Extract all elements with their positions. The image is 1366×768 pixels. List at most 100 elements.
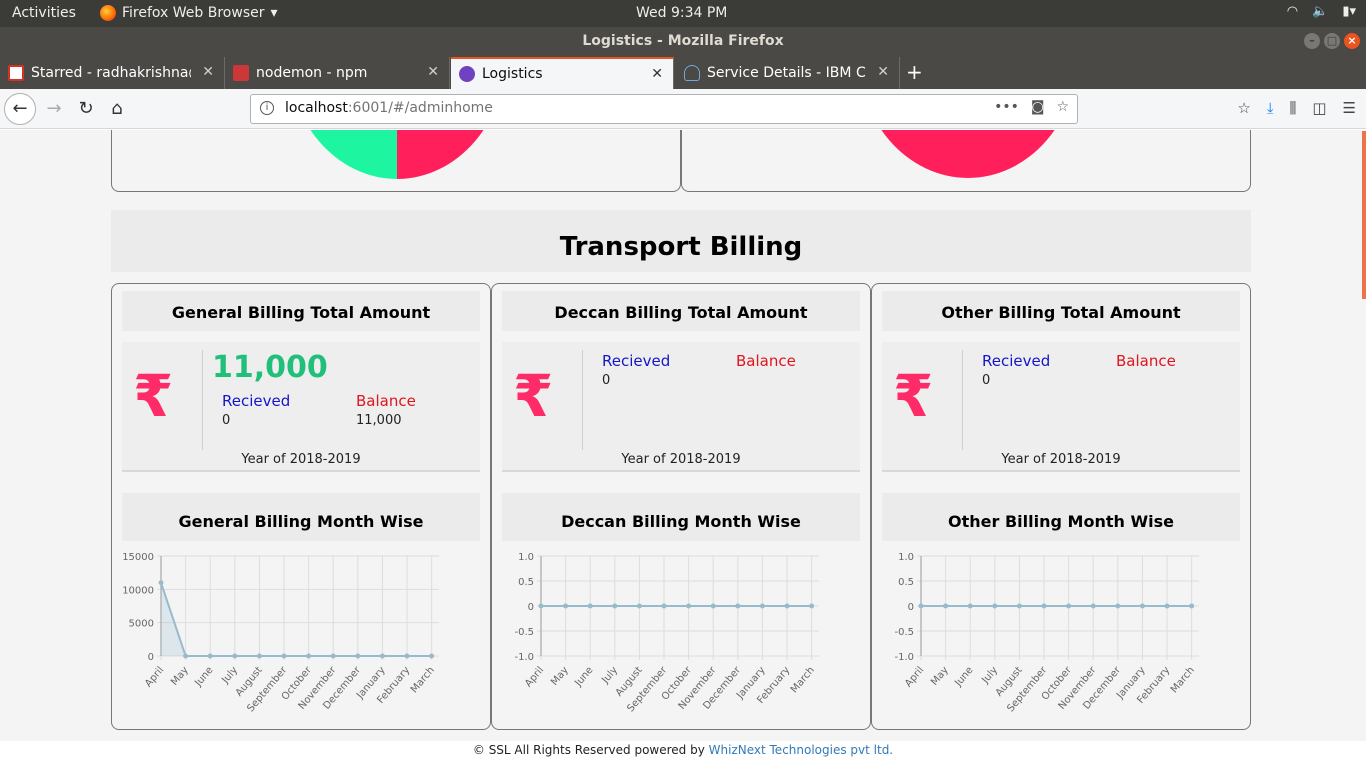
card-title: Other Billing Total Amount [882, 291, 1240, 331]
received-value: 0 [982, 373, 991, 388]
data-point [1164, 603, 1170, 609]
scrollbar-thumb[interactable] [1362, 131, 1366, 299]
data-point [809, 603, 815, 609]
divider [582, 350, 583, 450]
window-title: Logistics - Mozilla Firefox [582, 33, 784, 49]
received-label: Recieved [982, 352, 1051, 370]
sidebar-icon[interactable]: ◫ [1312, 99, 1326, 117]
received-label: Recieved [222, 392, 291, 410]
y-tick-label: 5000 [129, 619, 154, 630]
tab-ibm-cloud[interactable]: Service Details - IBM Clo ✕ [676, 57, 900, 89]
npm-icon [233, 65, 249, 81]
balance-label: Balance [736, 352, 796, 370]
footer: © SSL All Rights Reserved powered by Whi… [0, 741, 1366, 768]
url-text[interactable]: localhost:6001/#/adminhome [285, 100, 493, 116]
maximize-icon[interactable]: □ [1324, 33, 1340, 49]
site-info-icon[interactable]: i [260, 101, 274, 115]
data-point [735, 603, 741, 609]
clock[interactable]: Wed 9:34 PM [636, 5, 727, 21]
data-point [379, 653, 385, 659]
data-point [355, 653, 361, 659]
x-tick-label: May [929, 665, 951, 688]
data-point [207, 653, 213, 659]
y-tick-label: 15000 [122, 552, 154, 563]
tab-gmail[interactable]: Starred - radhakrishna@ ✕ [0, 57, 225, 89]
forward-icon[interactable]: → [40, 95, 68, 123]
bookmark-star-icon[interactable]: ☆ [1056, 99, 1069, 115]
close-tab-icon[interactable]: ✕ [877, 64, 889, 80]
menu-icon[interactable]: ☰ [1343, 99, 1356, 117]
y-tick-label: 10000 [122, 585, 154, 596]
chevron-down-icon: ▾ [270, 5, 278, 21]
volume-icon[interactable]: 🔈 [1312, 4, 1328, 19]
close-tab-icon[interactable]: ✕ [202, 64, 214, 80]
system-tray[interactable]: ◠ 🔈 ▮▾ [1287, 4, 1356, 19]
footer-text: © SSL All Rights Reserved powered by [472, 743, 705, 757]
minimize-icon[interactable]: – [1304, 33, 1320, 49]
close-tab-icon[interactable]: ✕ [427, 64, 439, 80]
y-tick-label: 0.5 [518, 577, 534, 588]
x-tick-label: July [599, 665, 620, 687]
data-point [232, 653, 238, 659]
back-icon[interactable]: ← [4, 93, 36, 125]
x-tick-label: June [192, 665, 215, 690]
firefox-icon [100, 5, 116, 21]
x-tick-label: April [903, 665, 926, 690]
data-point [404, 653, 410, 659]
y-tick-label: 0.5 [898, 577, 914, 588]
balance-label: Balance [1116, 352, 1176, 370]
data-point [1016, 603, 1022, 609]
close-tab-icon[interactable]: ✕ [651, 66, 663, 82]
data-point [256, 653, 262, 659]
home-icon[interactable]: ⌂ [103, 95, 131, 123]
x-tick-label: March [789, 665, 817, 695]
y-tick-label: -1.0 [514, 652, 534, 663]
pocket-icon[interactable]: ◙ [1031, 99, 1045, 115]
divider [202, 350, 203, 450]
downloads-icon[interactable]: ⤓ [1267, 99, 1274, 117]
window-title-bar: Logistics - Mozilla Firefox – □ × [0, 27, 1366, 55]
data-point [158, 580, 164, 586]
app-menu[interactable]: Firefox Web Browser ▾ [100, 5, 278, 21]
tab-logistics[interactable]: Logistics ✕ [451, 57, 674, 89]
footer-link[interactable]: WhizNext Technologies pvt ltd. [709, 743, 893, 757]
top-chart-cards [111, 130, 1251, 192]
data-point [1090, 603, 1096, 609]
pie-slice-red [881, 130, 1055, 178]
library-icon[interactable]: ⫼ [1289, 99, 1296, 117]
url-bar[interactable]: i localhost:6001/#/adminhome ••• ◙ ☆ [250, 94, 1078, 124]
pie-slice-red [397, 130, 484, 179]
x-tick-label: June [572, 665, 595, 690]
data-point [612, 603, 618, 609]
tab-npm[interactable]: nodemon - npm ✕ [225, 57, 450, 89]
rupee-icon: ₹ [513, 362, 554, 430]
reload-icon[interactable]: ↻ [72, 95, 100, 123]
new-tab-icon[interactable]: + [906, 60, 923, 84]
close-icon[interactable]: × [1344, 33, 1360, 49]
received-value: 0 [602, 373, 611, 388]
starred-icon[interactable]: ☆ [1237, 99, 1250, 117]
year-label: Year of 2018-2019 [241, 452, 361, 467]
month-chart-title: Other Billing Month Wise [882, 493, 1240, 541]
tab-title: nodemon - npm [256, 65, 368, 81]
pie-slice-green [310, 130, 397, 179]
page-content: Transport Billing General Billing Total … [0, 130, 1366, 741]
tab-title: Service Details - IBM Clo [707, 65, 867, 81]
month-chart-title: General Billing Month Wise [122, 493, 480, 541]
url-path: :6001/#/adminhome [347, 100, 493, 116]
y-tick-label: 1.0 [898, 552, 914, 563]
month-wise-chart: -1.0-0.500.51.0April May June JulyAugustSep… [514, 552, 819, 714]
x-tick-label: April [143, 665, 166, 690]
activities-button[interactable]: Activities [12, 5, 76, 21]
tab-title: Logistics [482, 66, 543, 82]
data-point [563, 603, 569, 609]
ibm-cloud-icon [684, 65, 700, 81]
system-top-bar: Activities Firefox Web Browser ▾ Wed 9:3… [0, 0, 1366, 27]
battery-icon[interactable]: ▮▾ [1342, 4, 1356, 19]
wifi-icon[interactable]: ◠ [1287, 4, 1298, 19]
y-tick-label: -1.0 [894, 652, 914, 663]
window-controls: – □ × [1304, 33, 1360, 49]
page-actions-icon[interactable]: ••• [994, 99, 1019, 115]
other-billing-card: Other Billing Total Amount ₹ Recieved Ba… [871, 283, 1251, 730]
data-point [967, 603, 973, 609]
